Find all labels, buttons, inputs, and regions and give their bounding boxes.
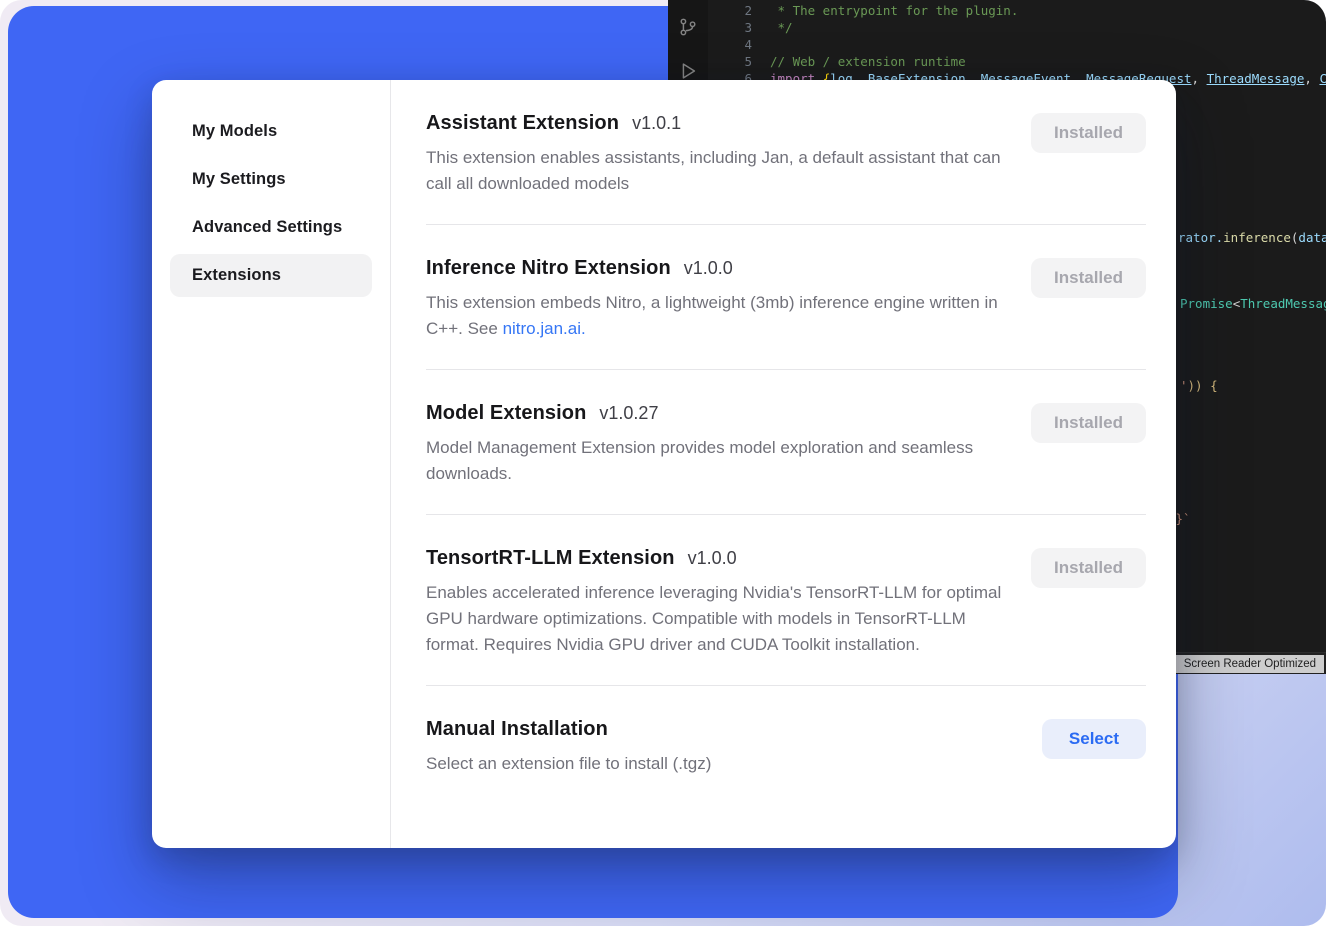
extension-row-model-extension: Model Extension v1.0.27 Model Management E… bbox=[426, 369, 1146, 514]
extension-row-tensortrt-llm-extension: TensortRT-LLM Extension v1.0.0 Enables acc… bbox=[426, 514, 1146, 685]
code-fragment: rator.inference(data)); bbox=[1178, 230, 1326, 246]
code-line: 5// Web / extension runtime bbox=[708, 53, 1326, 70]
extension-info: Manual Installation Select an extension f… bbox=[426, 718, 711, 777]
line-text: * The entrypoint for the plugin. bbox=[770, 2, 1326, 19]
line-text bbox=[770, 36, 1326, 53]
code-token: ContentType bbox=[1319, 71, 1326, 86]
extension-name: Model Extension bbox=[426, 402, 586, 425]
line-text: */ bbox=[770, 19, 1326, 36]
extension-description: Select an extension file to install (.tg… bbox=[426, 751, 711, 777]
extension-description: This extension enables assistants, inclu… bbox=[426, 145, 1011, 197]
extension-info: Model Extension v1.0.27 Model Management E… bbox=[426, 402, 1011, 487]
extension-row-inference-nitro-extension: Inference Nitro Extension v1.0.0 This exte… bbox=[426, 224, 1146, 369]
extension-version: v1.0.27 bbox=[599, 403, 658, 424]
code-token: Promise bbox=[1180, 296, 1233, 311]
code-token: // Web / extension runtime bbox=[770, 54, 966, 69]
extension-description: Model Management Extension provides mode… bbox=[426, 435, 1011, 487]
source-control-icon[interactable] bbox=[677, 16, 699, 38]
code-fragment: Promise<ThreadMessage> bbox=[1180, 296, 1326, 312]
extension-title: TensortRT-LLM Extension v1.0.0 bbox=[426, 547, 1011, 570]
sidebar-item-my-models[interactable]: My Models bbox=[170, 110, 372, 153]
select-button[interactable]: Select bbox=[1042, 719, 1146, 759]
extension-info: Assistant Extension v1.0.1 This extension … bbox=[426, 112, 1011, 197]
extension-description: Enables accelerated inference leveraging… bbox=[426, 580, 1011, 658]
code-token: )) { bbox=[1188, 378, 1218, 393]
extensions-list: Assistant Extension v1.0.1 This extension … bbox=[391, 80, 1176, 848]
extension-link[interactable]: nitro.jan.ai. bbox=[503, 319, 586, 338]
code-token: < bbox=[1233, 296, 1241, 311]
code-token: rator. bbox=[1178, 230, 1223, 245]
sidebar-item-extensions[interactable]: Extensions bbox=[170, 254, 372, 297]
code-fragment: ')) { bbox=[1180, 378, 1218, 394]
extension-description: This extension embeds Nitro, a lightweig… bbox=[426, 290, 1011, 342]
code-line: 4 bbox=[708, 36, 1326, 53]
code-token: inference bbox=[1223, 230, 1291, 245]
editor-code: 2 * The entrypoint for the plugin.3 */45… bbox=[708, 2, 1326, 87]
code-token: , bbox=[1304, 71, 1319, 86]
run-debug-icon[interactable] bbox=[677, 60, 699, 82]
code-token: , bbox=[1192, 71, 1207, 86]
extension-name: TensortRT-LLM Extension bbox=[426, 547, 675, 570]
line-number: 3 bbox=[708, 19, 770, 36]
screen-reader-optimized-badge[interactable]: Screen Reader Optimized bbox=[1176, 655, 1324, 673]
settings-modal: My Models My Settings Advanced Settings Ext… bbox=[152, 80, 1176, 848]
extension-name: Manual Installation bbox=[426, 718, 608, 741]
sidebar-item-advanced-settings[interactable]: Advanced Settings bbox=[170, 206, 372, 249]
extension-version: v1.0.0 bbox=[688, 548, 737, 569]
code-token: * The entrypoint for the plugin. bbox=[770, 3, 1018, 18]
extension-row-manual-installation: Manual Installation Select an extension f… bbox=[426, 685, 1146, 804]
installed-button[interactable]: Installed bbox=[1031, 258, 1146, 298]
extension-version: v1.0.0 bbox=[684, 258, 733, 279]
code-token: ThreadMessage bbox=[1207, 71, 1305, 86]
extension-title: Assistant Extension v1.0.1 bbox=[426, 112, 1011, 135]
code-line: 3 */ bbox=[708, 19, 1326, 36]
line-number: 5 bbox=[708, 53, 770, 70]
page-background: 2 * The entrypoint for the plugin.3 */45… bbox=[0, 0, 1326, 926]
line-number: 4 bbox=[708, 36, 770, 53]
extension-title: Manual Installation bbox=[426, 718, 711, 741]
code-token: ( bbox=[1291, 230, 1299, 245]
extension-title: Model Extension v1.0.27 bbox=[426, 402, 1011, 425]
installed-button[interactable]: Installed bbox=[1031, 403, 1146, 443]
settings-sidebar: My Models My Settings Advanced Settings Ext… bbox=[152, 80, 391, 848]
extension-name: Inference Nitro Extension bbox=[426, 257, 671, 280]
line-text: // Web / extension runtime bbox=[770, 53, 1326, 70]
code-token: data bbox=[1298, 230, 1326, 245]
code-token: */ bbox=[770, 20, 793, 35]
line-number: 2 bbox=[708, 2, 770, 19]
code-token: ThreadMessage bbox=[1240, 296, 1326, 311]
sidebar-item-my-settings[interactable]: My Settings bbox=[170, 158, 372, 201]
extension-info: Inference Nitro Extension v1.0.0 This exte… bbox=[426, 257, 1011, 342]
extension-version: v1.0.1 bbox=[632, 113, 681, 134]
extension-title: Inference Nitro Extension v1.0.0 bbox=[426, 257, 1011, 280]
installed-button[interactable]: Installed bbox=[1031, 548, 1146, 588]
installed-button[interactable]: Installed bbox=[1031, 113, 1146, 153]
code-token: ' bbox=[1180, 378, 1188, 393]
extension-info: TensortRT-LLM Extension v1.0.0 Enables acc… bbox=[426, 547, 1011, 658]
code-line: 2 * The entrypoint for the plugin. bbox=[708, 2, 1326, 19]
extension-row-assistant-extension: Assistant Extension v1.0.1 This extension … bbox=[426, 80, 1146, 224]
extension-name: Assistant Extension bbox=[426, 112, 619, 135]
